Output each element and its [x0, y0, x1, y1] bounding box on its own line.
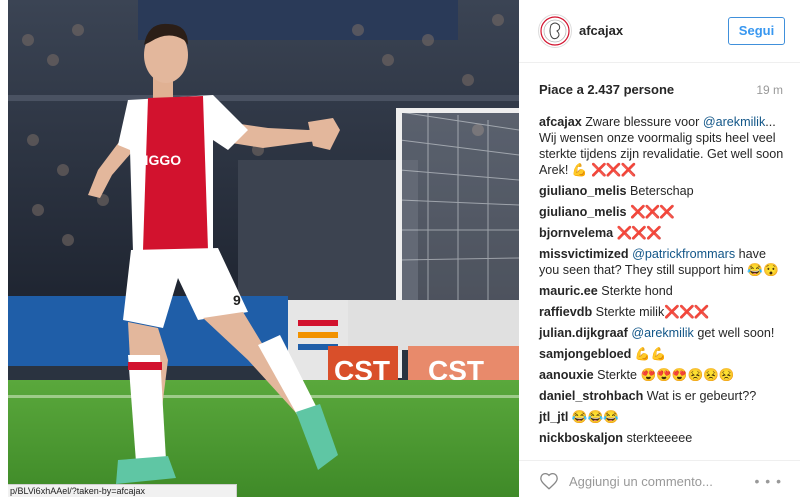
post-username[interactable]: afcajax	[579, 23, 623, 38]
comment-username[interactable]: mauric.ee	[539, 284, 598, 298]
comment-text: Sterkte 😍😍😍😣😣😣	[593, 368, 735, 382]
heart-icon[interactable]	[539, 472, 559, 490]
comment-text: 😂😂😂	[568, 410, 619, 424]
shorts-number-text: 9	[233, 292, 241, 308]
comment-marks: ❌❌❌	[629, 205, 675, 219]
comment-item: giuliano_melis ❌❌❌	[539, 204, 789, 220]
shirt-sponsor-text: ZIGGO	[136, 152, 181, 168]
comment-username[interactable]: giuliano_melis	[539, 205, 626, 219]
post-header: afcajax Segui	[519, 0, 800, 63]
status-url-bar: p/BLVi6xhAAel/?taken-by=afcajax	[8, 484, 237, 497]
comment-username[interactable]: missvictimized	[539, 247, 629, 261]
post-side-panel: afcajax Segui Piace a 2.437 persone 19 m…	[519, 0, 800, 497]
likes-count[interactable]: Piace a 2.437 persone	[539, 82, 674, 97]
comment-item: mauric.ee Sterkte hond	[539, 283, 789, 299]
comment-text: sterkteeeee	[622, 431, 693, 445]
comment-marks: ❌❌❌	[664, 305, 709, 319]
comment-username[interactable]: daniel_strohbach	[539, 389, 643, 403]
comment-username[interactable]: raffievdb	[539, 305, 592, 319]
comment-item: giuliano_melis Beterschap	[539, 183, 789, 199]
post-footer: Aggiungi un commento... • • •	[519, 460, 800, 498]
comments-list: afcajax Zware blessure voor @arekmilik..…	[539, 114, 789, 451]
comment-item: aanouxie Sterkte 😍😍😍😣😣😣	[539, 367, 789, 383]
comment-text: Wat is er gebeurt??	[643, 389, 757, 403]
comment-item: bjornvelema ❌❌❌	[539, 225, 789, 241]
caption-username[interactable]: afcajax	[539, 115, 582, 129]
comment-marks: ❌❌❌	[616, 226, 662, 240]
comment-text: Beterschap	[626, 184, 694, 198]
caption-marks: ❌❌❌	[591, 163, 636, 177]
post-photo[interactable]: CST CST ZIGGO 9 p/BLVi6xhAAel/?taken-by=…	[8, 0, 519, 497]
comment-mention[interactable]: @arekmilik	[631, 326, 693, 340]
comment-text: 💪💪	[631, 347, 667, 361]
comment-item: nickboskaljon sterkteeeee	[539, 430, 789, 446]
comment-item: raffievdb Sterkte milik❌❌❌	[539, 304, 789, 320]
comment-text: Sterkte milik	[592, 305, 665, 319]
comment-item: daniel_strohbach Wat is er gebeurt??	[539, 388, 789, 404]
comment-username[interactable]: jtl_jtl	[539, 410, 568, 424]
comment-item: samjongebloed 💪💪	[539, 346, 789, 362]
comment-username[interactable]: samjongebloed	[539, 347, 631, 361]
comment-item: missvictimized @patrickfrommars have you…	[539, 246, 789, 278]
comment-username[interactable]: nickboskaljon	[539, 431, 623, 445]
more-options-icon[interactable]: • • •	[755, 473, 782, 489]
comment-username[interactable]: bjornvelema	[539, 226, 613, 240]
comment-item: julian.dijkgraaf @arekmilik get well soo…	[539, 325, 789, 341]
add-comment-input[interactable]: Aggiungi un commento...	[569, 474, 713, 489]
comment-username[interactable]: julian.dijkgraaf	[539, 326, 628, 340]
caption-mention[interactable]: @arekmilik	[703, 115, 765, 129]
ajax-logo-icon[interactable]	[538, 14, 572, 48]
post-photo-image: CST CST ZIGGO 9	[8, 0, 519, 497]
caption: afcajax Zware blessure voor @arekmilik..…	[539, 114, 789, 178]
follow-button[interactable]: Segui	[728, 17, 785, 45]
post-time[interactable]: 19 m	[756, 83, 783, 97]
comment-mention[interactable]: @patrickfrommars	[632, 247, 735, 261]
caption-text-1: Zware blessure voor	[581, 115, 703, 129]
comment-text: Sterkte hond	[597, 284, 673, 298]
comment-item: jtl_jtl 😂😂😂	[539, 409, 789, 425]
comment-text-after: get well soon!	[693, 326, 775, 340]
comment-username[interactable]: giuliano_melis	[539, 184, 626, 198]
comment-username[interactable]: aanouxie	[539, 368, 594, 382]
